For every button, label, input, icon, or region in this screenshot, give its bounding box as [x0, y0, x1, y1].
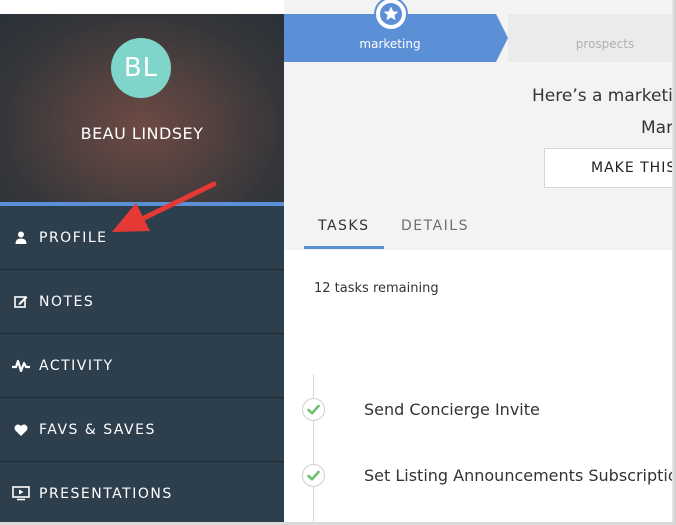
stage-marketing-label: marketing: [359, 37, 421, 51]
sidebar-item-label: PRESENTATIONS: [39, 485, 173, 502]
sidebar-item-profile[interactable]: PROFILE: [0, 206, 284, 270]
user-icon: [12, 230, 30, 246]
star-icon: [380, 3, 402, 25]
sidebar-item-label: FAVS & SAVES: [39, 421, 156, 438]
heart-icon: [12, 422, 30, 438]
window-edge-right: [672, 0, 676, 525]
sidebar-item-label: NOTES: [39, 293, 95, 310]
sidebar-item-presentations[interactable]: PRESENTATIONS: [0, 462, 284, 525]
profile-card: BL BEAU LINDSEY: [0, 14, 284, 202]
pulse-icon: [12, 358, 30, 374]
app-window: BL BEAU LINDSEY PROFILE NOTES ACTIVITY F…: [0, 0, 676, 525]
task-label[interactable]: Set Listing Announcements Subscription: [364, 466, 676, 485]
edit-icon: [12, 294, 30, 310]
active-tab-indicator: [304, 246, 384, 249]
tab-details[interactable]: DETAILS: [401, 218, 469, 234]
sidebar: BL BEAU LINDSEY PROFILE NOTES ACTIVITY F…: [0, 14, 284, 525]
intro-text: Here’s a marketin: [532, 86, 676, 106]
presentation-icon: [12, 486, 30, 502]
make-this-button[interactable]: MAKE THIS: [544, 148, 676, 188]
user-name: BEAU LINDSEY: [80, 124, 204, 143]
sidebar-item-label: ACTIVITY: [39, 357, 114, 374]
sidebar-item-notes[interactable]: NOTES: [0, 270, 284, 334]
intro-name: Mar: [641, 118, 674, 138]
tab-tasks[interactable]: TASKS: [318, 218, 370, 234]
stage-prospects-label: prospects: [575, 37, 635, 51]
sidebar-item-favs-saves[interactable]: FAVS & SAVES: [0, 398, 284, 462]
sidebar-item-label: PROFILE: [39, 229, 108, 246]
timeline-line: [313, 374, 314, 525]
tasks-remaining: 12 tasks remaining: [314, 281, 439, 296]
task-check-icon[interactable]: [302, 398, 325, 421]
sidebar-nav: PROFILE NOTES ACTIVITY FAVS & SAVES PRES…: [0, 206, 284, 525]
task-check-icon[interactable]: [302, 464, 325, 487]
avatar[interactable]: BL: [111, 38, 171, 98]
task-label[interactable]: Send Concierge Invite: [364, 400, 540, 419]
sidebar-item-activity[interactable]: ACTIVITY: [0, 334, 284, 398]
